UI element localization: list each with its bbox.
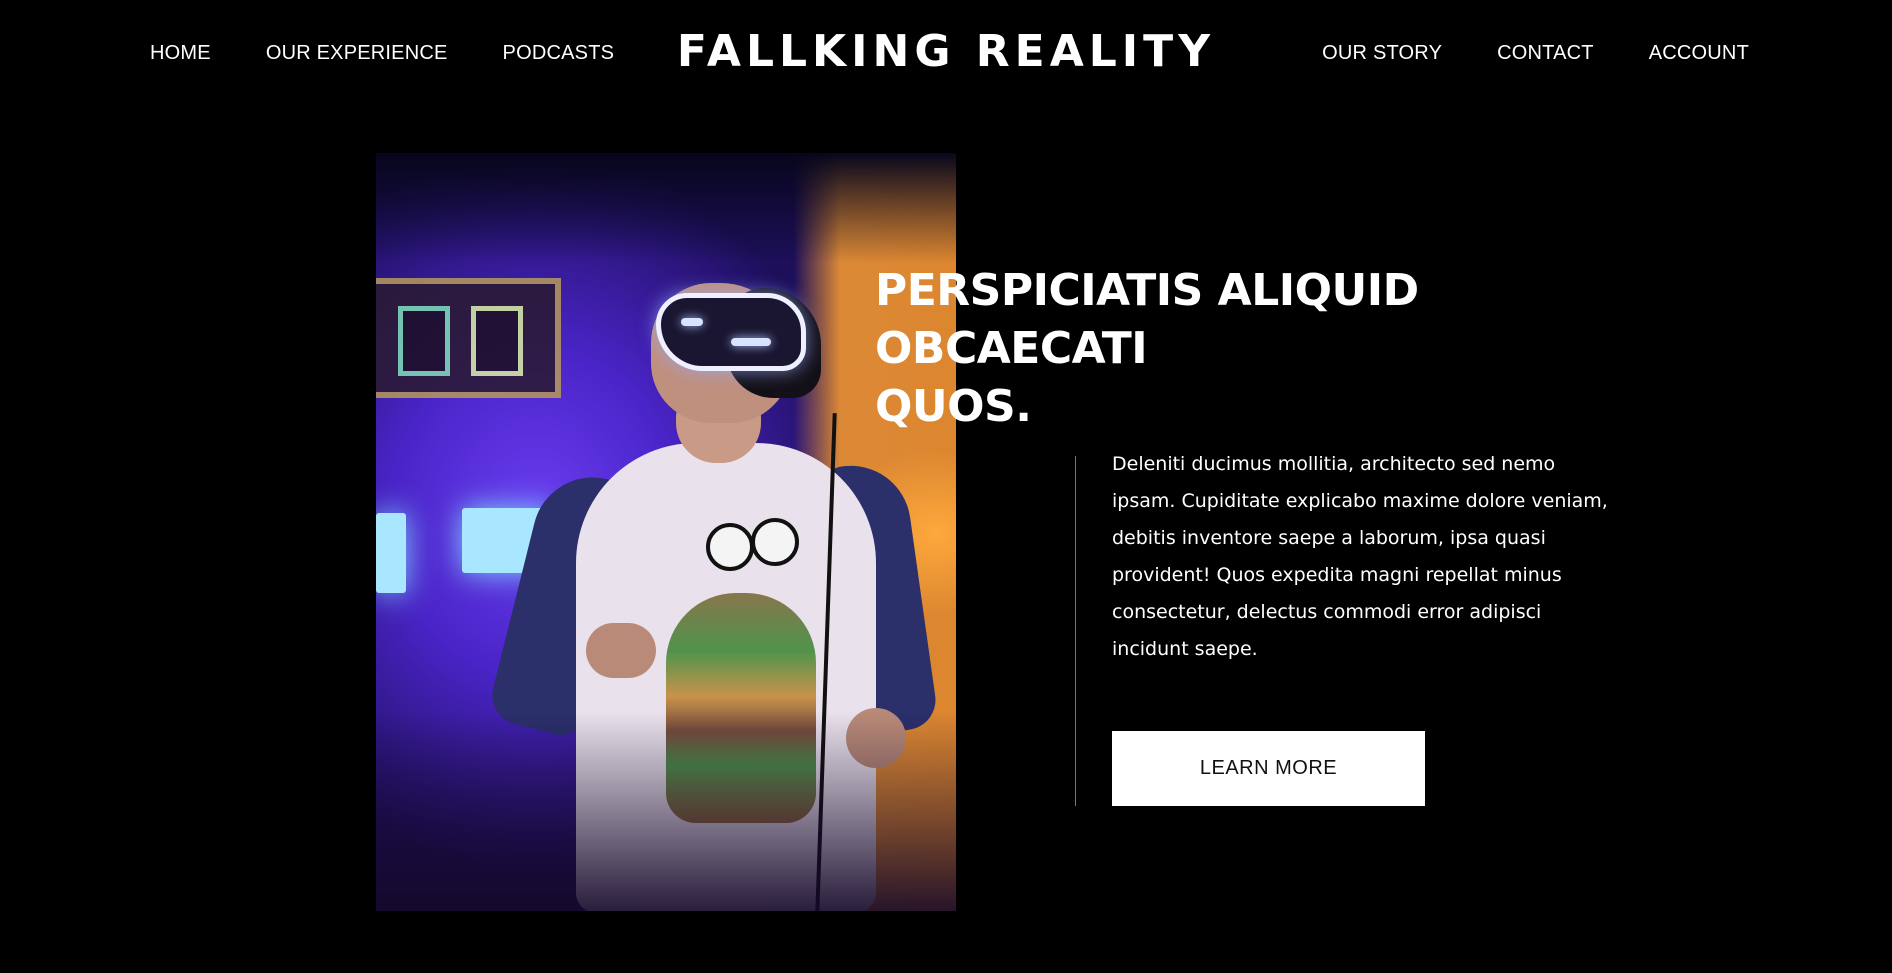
vr-headset: [656, 293, 806, 371]
nav-link-our-story[interactable]: OUR STORY: [1322, 42, 1442, 65]
hero-headline-line-2: QUOS.: [875, 381, 1032, 432]
nav-link-contact[interactable]: CONTACT: [1497, 42, 1594, 65]
nav-link-our-experience[interactable]: OUR EXPERIENCE: [266, 42, 448, 65]
page: HOME OUR EXPERIENCE PODCASTS FALLKING RE…: [0, 0, 1892, 973]
primary-nav-right: OUR STORY CONTACT ACCOUNT: [1322, 42, 1749, 65]
site-logo[interactable]: FALLKING REALITY: [677, 26, 1215, 77]
neon-wall-sign: [376, 278, 561, 398]
primary-nav-left: HOME OUR EXPERIENCE PODCASTS: [150, 42, 614, 65]
nav-link-home[interactable]: HOME: [150, 42, 211, 65]
nav-link-podcasts[interactable]: PODCASTS: [503, 42, 615, 65]
hero-headline-line-1: PERSPICIATIS ALIQUID OBCAECATI: [875, 265, 1419, 374]
background-monitor: [376, 513, 406, 593]
hero-headline: PERSPICIATIS ALIQUID OBCAECATI QUOS.: [875, 262, 1655, 436]
learn-more-button[interactable]: LEARN MORE: [1112, 731, 1425, 806]
hero-body-text: Deleniti ducimus mollitia, architecto se…: [1112, 453, 1608, 660]
hero-photo-vr-player: [376, 153, 956, 911]
vertical-divider: [1075, 456, 1076, 806]
nav-link-account[interactable]: ACCOUNT: [1649, 42, 1749, 65]
